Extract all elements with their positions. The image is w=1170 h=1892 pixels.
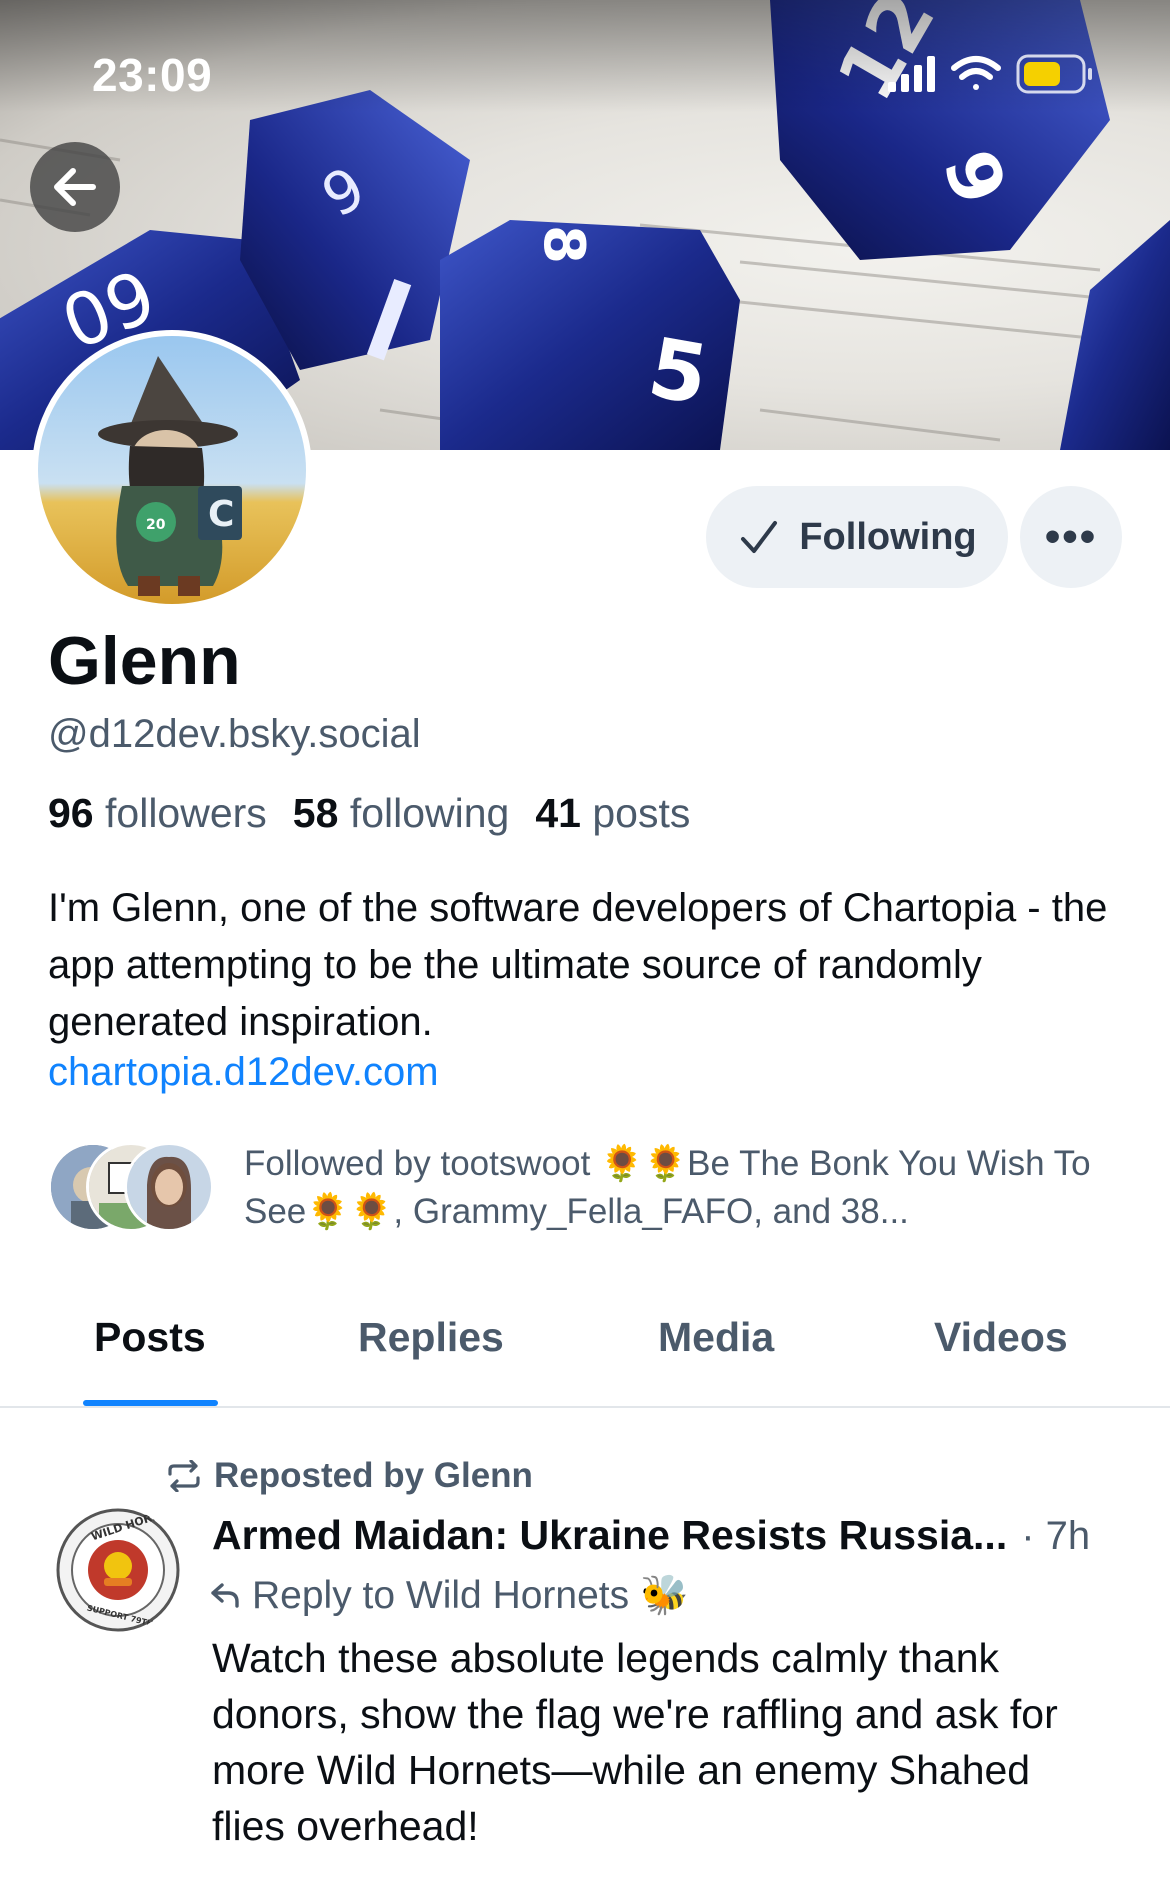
back-button[interactable] [30,142,120,232]
tab-replies[interactable]: Replies [358,1314,504,1361]
post-header: Armed Maidan: Ukraine Resists Russia... … [212,1512,1128,1559]
repost-icon [168,1460,200,1492]
reply-arrow-icon [211,1583,239,1608]
more-options-button[interactable]: ••• [1020,486,1122,588]
following-button-label: Following [799,515,977,558]
repost-indicator[interactable]: Reposted by Glenn [166,1456,533,1496]
post-body[interactable]: Watch these absolute legends calmly than… [212,1630,1112,1854]
post-author-name[interactable]: Armed Maidan: Ukraine Resists Russia... [212,1512,1007,1559]
display-name: Glenn [48,623,241,699]
reply-indicator[interactable]: Reply to Wild Hornets 🐝 [210,1572,689,1618]
tab-posts[interactable]: Posts [94,1314,206,1361]
following-button[interactable]: Following [706,486,1008,588]
check-icon [741,521,778,553]
reply-to-label: Reply to Wild Hornets 🐝 [252,1574,689,1617]
status-icons [888,54,1092,94]
status-time: 23:09 [92,49,213,101]
profile-link[interactable]: chartopia.d12dev.com [48,1050,439,1095]
wild-hornets-logo: WILD HORNETS SUPPORT 79TH BRIGADE [56,1508,180,1632]
ellipsis-icon: ••• [1044,512,1098,561]
followers-stat[interactable]: 96 followers [48,790,267,837]
profile-bio: I'm Glenn, one of the software developer… [48,886,1108,1044]
tab-videos[interactable]: Videos [934,1314,1068,1361]
profile-stats: 96 followers 58 following 41 posts [48,790,690,837]
battery-icon [1016,54,1092,94]
svg-text:C: C [208,494,234,535]
posts-stat: 41 posts [535,790,691,836]
wizard-avatar-image: 20 C [38,336,306,604]
followed-by-text[interactable]: Followed by tootswoot 🌻🌻Be The Bonk You … [244,1140,1124,1236]
following-stat[interactable]: 58 following [293,790,510,837]
post-author-avatar[interactable]: WILD HORNETS SUPPORT 79TH BRIGADE [56,1508,180,1632]
wifi-icon [951,56,1001,90]
active-tab-indicator [83,1400,218,1406]
tab-media[interactable]: Media [658,1314,774,1361]
follower-avatar [124,1142,214,1232]
post-timestamp[interactable]: · 7h [1021,1514,1090,1559]
repost-label: Reposted by Glenn [214,1456,533,1495]
arrow-left-icon [54,168,96,206]
followed-by-avatars[interactable] [48,1142,218,1234]
profile-tabs: Posts Replies Media Videos [0,1300,1170,1408]
profile-avatar[interactable]: 20 C [32,330,312,610]
cellular-signal-icon [888,56,935,92]
profile-handle: @d12dev.bsky.social [48,712,421,756]
svg-text:20: 20 [146,517,166,533]
